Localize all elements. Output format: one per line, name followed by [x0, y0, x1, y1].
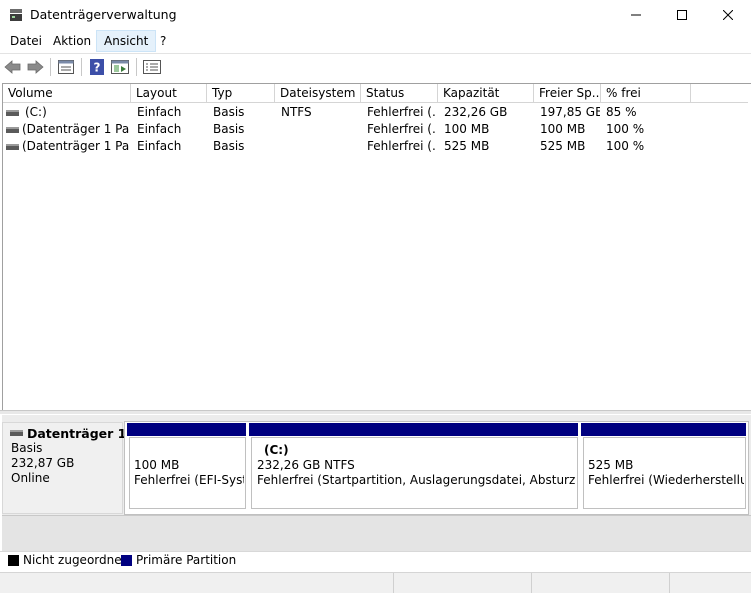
disk-type: Basis: [11, 441, 43, 455]
pane-splitter[interactable]: [0, 410, 751, 414]
disk-title: Datenträger 1: [10, 426, 126, 441]
partition-recovery-size: 525 MB: [588, 458, 634, 472]
toolbar: ?: [0, 53, 751, 79]
cell-volume: (Datenträger 1 Par...: [22, 122, 130, 136]
back-button[interactable]: [3, 58, 23, 76]
legend-swatch-primary: [121, 555, 132, 566]
cell-status: Fehlerfrei (...: [367, 139, 437, 153]
column-header-layout[interactable]: Layout: [131, 84, 207, 103]
table-row[interactable]: (C:) Einfach Basis NTFS Fehlerfrei (... …: [3, 104, 748, 121]
partition-c-status: Fehlerfrei (Startpartition, Auslagerungs…: [257, 473, 575, 487]
column-header-prozent-frei[interactable]: % frei: [601, 84, 691, 103]
cell-dateisystem: NTFS: [281, 105, 312, 119]
window-title: Datenträgerverwaltung: [30, 7, 177, 22]
column-header-typ[interactable]: Typ: [207, 84, 275, 103]
properties-button[interactable]: [56, 58, 76, 76]
menu-datei[interactable]: Datei: [3, 30, 49, 52]
back-icon: [4, 60, 21, 74]
partition-efi-size: 100 MB: [134, 458, 180, 472]
close-icon: [723, 10, 733, 20]
title-bar: Datenträgerverwaltung: [0, 0, 751, 30]
legend: Nicht zugeordnet Primäre Partition: [0, 551, 751, 570]
cell-status: Fehlerfrei (...: [367, 105, 437, 119]
settings-icon: [143, 60, 161, 74]
partition-recovery-status: Fehlerfrei (Wiederherstellung: [588, 473, 744, 487]
volume-list[interactable]: Volume Layout Typ Dateisystem Status Kap…: [2, 83, 751, 410]
minimize-button[interactable]: [613, 0, 659, 30]
disk-management-app-icon: [9, 8, 23, 22]
help-icon: ?: [90, 59, 104, 75]
cell-prozent-frei: 100 %: [606, 139, 645, 153]
menu-aktion[interactable]: Aktion: [46, 30, 98, 52]
legend-label-primary: Primäre Partition: [136, 553, 237, 567]
help-button[interactable]: ?: [87, 58, 107, 76]
disk-icon: [10, 430, 23, 436]
cell-kapazitaet: 232,26 GB: [444, 105, 508, 119]
minimize-icon: [631, 14, 641, 16]
menu-bar: Datei Aktion Ansicht ?: [0, 30, 751, 52]
cell-typ: Basis: [213, 139, 245, 153]
disk-size: 232,87 GB: [11, 456, 75, 470]
column-header-empty: [691, 84, 748, 103]
column-header-freier-speicher[interactable]: Freier Sp...: [534, 84, 601, 103]
cell-typ: Basis: [213, 122, 245, 136]
cell-status: Fehlerfrei (...: [367, 122, 437, 136]
cell-volume: (C:): [25, 105, 47, 119]
cell-freier-speicher: 525 MB: [540, 139, 586, 153]
column-header-volume[interactable]: Volume: [3, 84, 131, 103]
cell-dateisystem: [281, 138, 359, 155]
cell-freier-speicher: 197,85 GB: [540, 105, 600, 119]
cell-dateisystem: [281, 121, 359, 138]
legend-label-unallocated: Nicht zugeordnet: [23, 553, 127, 567]
legend-swatch-unallocated: [8, 555, 19, 566]
cell-volume: (Datenträger 1 Par...: [22, 139, 130, 153]
table-row[interactable]: (Datenträger 1 Par... Einfach Basis Fehl…: [3, 121, 748, 138]
cell-layout: Einfach: [137, 139, 182, 153]
volume-icon: [6, 144, 19, 150]
empty-disk-area: [2, 515, 751, 551]
status-segment: [669, 573, 751, 593]
menu-help[interactable]: ?: [153, 30, 173, 52]
partition-bar-efi: [127, 423, 246, 436]
volume-icon: [6, 110, 19, 116]
show-hide-console-tree-icon: [111, 60, 129, 74]
show-hide-console-tree-button[interactable]: [110, 58, 130, 76]
partition-efi-status: Fehlerfrei (EFI-Syster: [134, 473, 244, 487]
close-button[interactable]: [705, 0, 751, 30]
forward-button[interactable]: [25, 58, 45, 76]
column-header-kapazitaet[interactable]: Kapazität: [438, 84, 534, 103]
cell-kapazitaet: 100 MB: [444, 122, 490, 136]
menu-ansicht[interactable]: Ansicht: [96, 30, 157, 52]
cell-typ: Basis: [213, 105, 245, 119]
status-segment: [393, 573, 531, 593]
disk-name: Datenträger 1: [27, 426, 127, 441]
maximize-button[interactable]: [659, 0, 705, 30]
cell-prozent-frei: 85 %: [606, 105, 637, 119]
partition-bar-recovery: [581, 423, 746, 436]
maximize-icon: [677, 10, 687, 20]
properties-icon: [58, 60, 74, 74]
status-segment: [531, 573, 669, 593]
cell-freier-speicher: 100 MB: [540, 122, 586, 136]
partition-bar-c: [249, 423, 578, 436]
status-bar: [0, 572, 751, 593]
table-row[interactable]: (Datenträger 1 Par... Einfach Basis Fehl…: [3, 138, 748, 155]
column-header-dateisystem[interactable]: Dateisystem: [275, 84, 361, 103]
settings-button[interactable]: [142, 58, 162, 76]
partition-c-title: (C:): [264, 443, 289, 457]
disk-state: Online: [11, 471, 50, 485]
cell-prozent-frei: 100 %: [606, 122, 645, 136]
column-header-status[interactable]: Status: [361, 84, 438, 103]
partition-c-size: 232,26 GB NTFS: [257, 458, 355, 472]
cell-kapazitaet: 525 MB: [444, 139, 490, 153]
forward-icon: [27, 60, 44, 74]
cell-layout: Einfach: [137, 122, 182, 136]
volume-icon: [6, 127, 19, 133]
cell-layout: Einfach: [137, 105, 182, 119]
svg-text:?: ?: [94, 61, 101, 75]
